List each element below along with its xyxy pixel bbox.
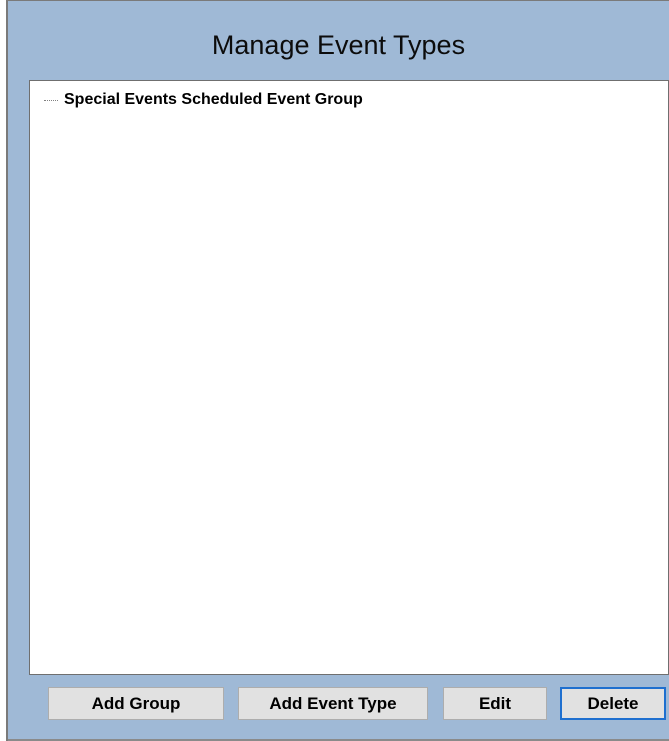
event-types-tree[interactable]: Special Events Scheduled Event Group [29, 80, 669, 675]
edit-button[interactable]: Edit [443, 687, 547, 720]
tree-item-label: Special Events Scheduled Event Group [64, 91, 363, 108]
tree-item-special-events[interactable]: Special Events Scheduled Event Group [44, 90, 363, 110]
tree-connector-line [44, 100, 58, 101]
add-group-button[interactable]: Add Group [48, 687, 224, 720]
manage-event-types-dialog: Manage Event Types Special Events Schedu… [6, 0, 669, 741]
delete-button[interactable]: Delete [560, 687, 666, 720]
dialog-title: Manage Event Types [211, 30, 466, 60]
add-event-type-button[interactable]: Add Event Type [238, 687, 428, 720]
